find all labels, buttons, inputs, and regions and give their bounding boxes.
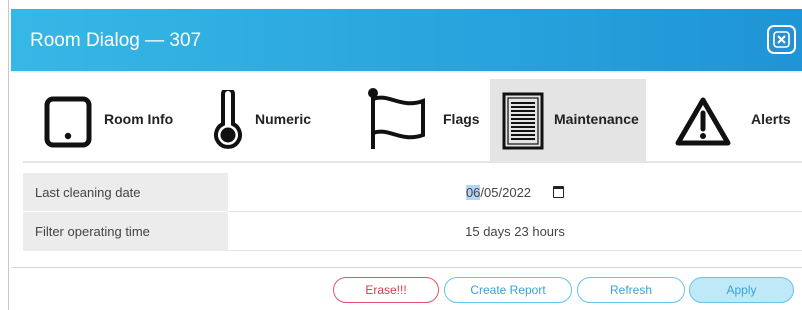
close-icon — [773, 31, 790, 48]
tab-bar: Room Info Numeric Flags Maintenance Aler… — [11, 79, 802, 161]
refresh-button[interactable]: Refresh — [577, 277, 685, 303]
field-row-cleaning: Last cleaning date 06/05/2022 — [23, 173, 802, 212]
date-rest-segment[interactable]: /05/2022 — [480, 185, 531, 200]
tab-flags[interactable]: Flags — [338, 79, 488, 161]
date-month-segment[interactable]: 06 — [465, 184, 481, 200]
room-dialog: Room Dialog — 307 Room Info Numeric Flag… — [11, 9, 802, 310]
dialog-title: Room Dialog — 307 — [30, 30, 202, 51]
tab-label-room-info: Room Info — [104, 111, 174, 127]
calendar-icon[interactable] — [553, 185, 565, 198]
tab-numeric[interactable]: Numeric — [188, 79, 338, 161]
tab-label-numeric: Numeric — [255, 111, 312, 127]
window-left-edge — [0, 0, 9, 310]
dialog-titlebar: Room Dialog — 307 — [11, 9, 802, 71]
filter-time-value: 15 days 23 hours — [228, 211, 802, 251]
tab-label-flags: Flags — [443, 111, 480, 127]
close-button[interactable] — [767, 25, 796, 54]
footer-divider — [11, 267, 802, 268]
field-label-cleaning: Last cleaning date — [23, 173, 228, 212]
tab-label-maintenance: Maintenance — [554, 111, 639, 127]
tab-maintenance[interactable]: Maintenance — [490, 79, 646, 161]
maintenance-fields: Last cleaning date 06/05/2022 Filter ope… — [23, 173, 802, 251]
flag-icon — [368, 88, 425, 149]
tab-label-alerts: Alerts — [751, 111, 791, 127]
tab-room-info[interactable]: Room Info — [23, 79, 188, 161]
list-document-icon — [502, 92, 544, 150]
tab-divider — [23, 161, 802, 163]
warning-icon — [675, 97, 731, 146]
field-label-filter: Filter operating time — [23, 211, 228, 251]
date-input[interactable]: 06/05/2022 — [228, 173, 802, 212]
erase-button[interactable]: Erase!!! — [333, 277, 439, 303]
tab-alerts[interactable]: Alerts — [646, 79, 802, 161]
create-report-button[interactable]: Create Report — [444, 277, 572, 303]
thermometer-icon — [214, 90, 242, 149]
tablet-icon — [44, 96, 92, 148]
apply-button[interactable]: Apply — [689, 277, 794, 303]
field-row-filter: Filter operating time 15 days 23 hours — [23, 211, 802, 251]
